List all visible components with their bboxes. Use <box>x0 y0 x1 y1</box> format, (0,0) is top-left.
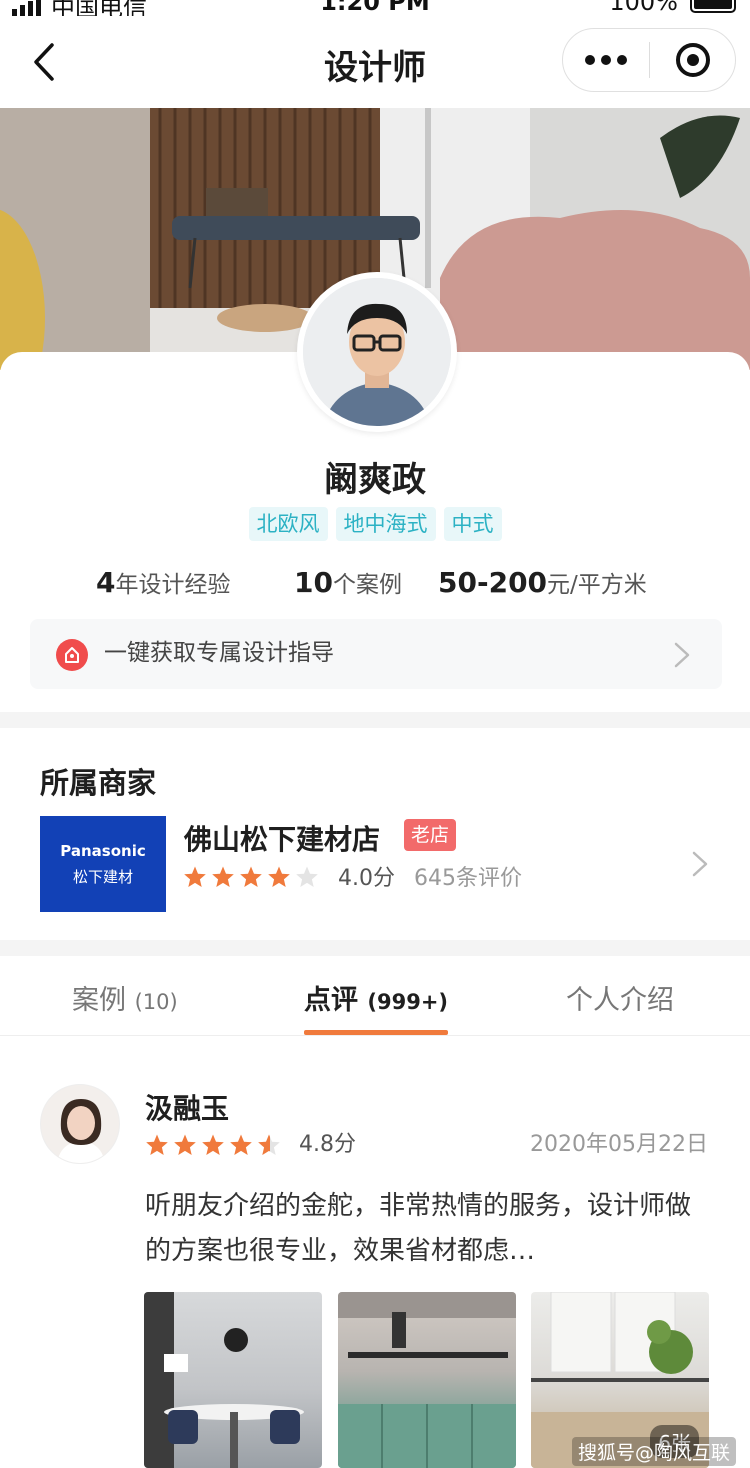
chevron-right-icon[interactable] <box>690 850 710 878</box>
star-half-icon <box>258 1134 280 1155</box>
more-dot-icon <box>617 55 627 65</box>
star-empty-icon <box>296 866 318 887</box>
star-icon <box>268 866 290 887</box>
star-icon <box>146 1134 168 1155</box>
star-icon <box>184 866 206 887</box>
tab-reviews-label: 点评 <box>304 985 358 1016</box>
designer-stats: 4年设计经验 10个案例 50-200元/平方米 <box>0 562 750 606</box>
stat-cases-unit: 个案例 <box>332 572 402 598</box>
status-badge: 老店 <box>404 819 457 851</box>
tab-reviews[interactable]: 点评 (999+) <box>304 978 448 1017</box>
stat-experience-unit: 年设计经验 <box>115 572 231 598</box>
merchant-rating-stars <box>183 865 319 889</box>
design-guide-banner[interactable]: 一键获取专属设计指导 <box>30 619 722 689</box>
review-rating-stars <box>145 1133 281 1157</box>
star-icon <box>240 866 262 887</box>
more-dot-icon <box>601 55 611 65</box>
battery-percent: 100% <box>609 0 678 16</box>
person-portrait <box>303 278 451 426</box>
more-button[interactable] <box>563 29 649 91</box>
stat-experience: 4年设计经验 <box>96 562 230 606</box>
gift-icon <box>56 639 88 671</box>
person-portrait <box>41 1085 119 1163</box>
tab-profile[interactable]: 个人介绍 <box>566 978 674 1017</box>
merchant-review-count: 645条评价 <box>414 866 522 891</box>
target-icon <box>675 43 710 77</box>
review-score: 4.8分 <box>299 1132 356 1157</box>
more-dot-icon <box>585 55 595 65</box>
merchant-name[interactable]: 佛山松下建材店 <box>184 818 380 858</box>
merchant-section-title: 所属商家 <box>40 766 157 800</box>
tab-cases-count: (10) <box>134 990 178 1014</box>
stat-cases-value: 10 <box>294 566 333 599</box>
watermark: 搜狐号@陶风互联 <box>571 1437 736 1466</box>
tab-reviews-count: (999+) <box>367 990 449 1014</box>
logo-sub-text: 松下建材 <box>72 867 133 886</box>
style-tag: 中式 <box>443 507 502 541</box>
logo-brand-text: Panasonic <box>60 841 146 860</box>
stat-price-unit: 元/平方米 <box>547 572 647 598</box>
review-photo[interactable] <box>338 1292 516 1468</box>
stat-price: 50-200元/平方米 <box>438 562 647 606</box>
tab-cases-label: 案例 <box>72 985 126 1016</box>
miniprogram-capsule <box>562 28 736 92</box>
star-icon <box>212 866 234 887</box>
stat-cases: 10个案例 <box>294 562 402 606</box>
star-icon <box>174 1134 196 1155</box>
stat-price-value: 50-200 <box>438 566 548 599</box>
reviewer-name: 汲融玉 <box>145 1092 230 1125</box>
stat-experience-value: 4 <box>96 566 116 599</box>
review-text[interactable]: 听朋友介绍的金舵，非常热情的服务，设计师做的方案也很专业，效果省材都虑… <box>145 1184 715 1274</box>
star-icon <box>230 1134 252 1155</box>
merchant-logo[interactable]: Panasonic 松下建材 <box>40 816 166 912</box>
battery-icon <box>690 0 736 13</box>
reviewer-avatar[interactable] <box>40 1084 120 1164</box>
section-divider <box>0 940 750 956</box>
dining-room-illustration <box>144 1292 304 1468</box>
style-tags: 北欧风 地中海式 中式 <box>0 507 750 541</box>
style-tag: 北欧风 <box>248 507 328 541</box>
content-tabs: 案例 (10) 点评 (999+) 个人介绍 <box>0 956 750 1036</box>
guide-text: 一键获取专属设计指导 <box>104 640 334 666</box>
nav-bar: 设计师 <box>0 16 750 108</box>
chevron-right-icon <box>674 642 690 668</box>
tab-cases[interactable]: 案例 (10) <box>72 978 178 1017</box>
style-tag: 地中海式 <box>335 507 436 541</box>
review-date: 2020年05月22日 <box>530 1132 708 1157</box>
kitchen-illustration <box>338 1292 516 1468</box>
avatar <box>303 278 451 426</box>
status-right: 100% <box>609 0 736 16</box>
close-miniprogram-button[interactable] <box>650 29 735 91</box>
star-icon <box>202 1134 224 1155</box>
designer-name: 阚爽政 <box>324 460 426 500</box>
status-bar: 中国电信 1:20 PM 100% <box>0 0 750 16</box>
merchant-score: 4.0分 <box>338 866 395 891</box>
designer-avatar <box>297 272 457 432</box>
review-photo[interactable] <box>144 1292 322 1468</box>
section-divider <box>0 712 750 728</box>
tab-profile-label: 个人介绍 <box>566 985 674 1016</box>
active-tab-indicator <box>304 1030 448 1035</box>
